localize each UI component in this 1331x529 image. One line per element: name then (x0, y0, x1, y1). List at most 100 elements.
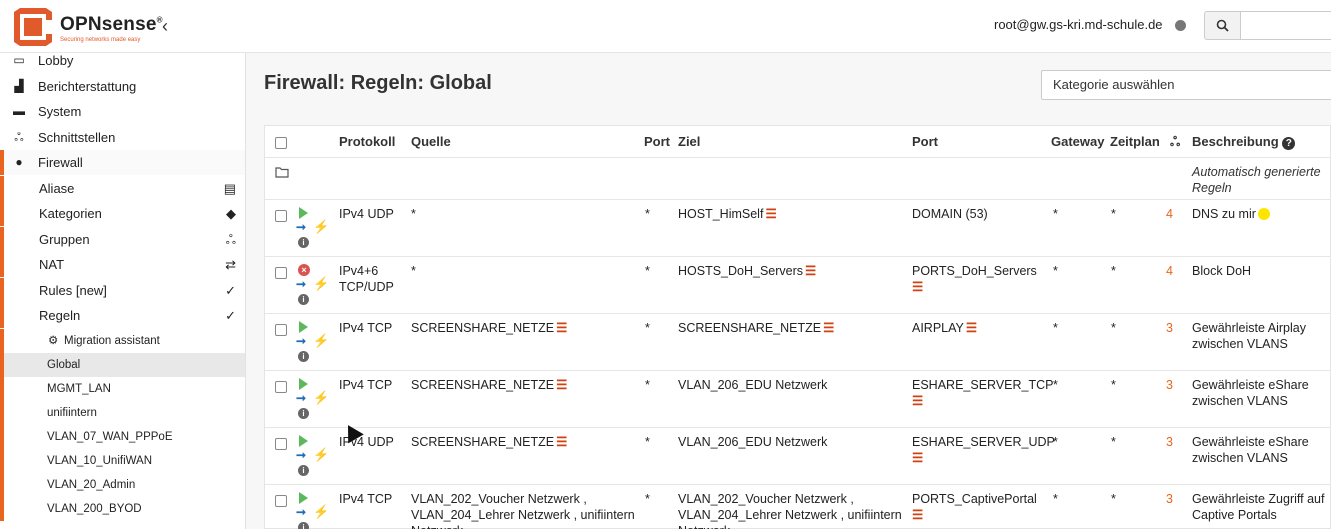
sidebar-item-migration-assistant[interactable]: ⚙ Migration assistant (0, 329, 245, 353)
network-icon: ஃ (14, 130, 24, 144)
check-icon: ✓ (225, 308, 236, 323)
info-icon[interactable]: i (298, 237, 309, 248)
rule-count[interactable]: 3 (1166, 491, 1173, 507)
sidebar-item-rules-new[interactable]: Rules [new] ✓ (0, 278, 245, 303)
sidebar-item-lobby[interactable]: ▭ Lobby (0, 53, 245, 73)
play-icon[interactable] (299, 492, 308, 504)
monitor-icon: ▭ (13, 53, 25, 67)
bolt-icon: ⚡ (313, 333, 330, 348)
rule-count[interactable]: 3 (1166, 320, 1173, 336)
list-icon: ▤ (223, 181, 236, 196)
sidebar-item-interfaces[interactable]: ஃ Schnittstellen (0, 125, 245, 150)
col-source-port[interactable]: Port (644, 134, 670, 149)
row-checkbox[interactable] (275, 381, 287, 393)
play-icon[interactable] (299, 207, 308, 219)
alias-list-icon: ☰ (965, 321, 978, 335)
rule-count[interactable]: 4 (1166, 206, 1173, 222)
sidebar-item-unifiintern[interactable]: unifiintern (0, 401, 245, 425)
sidebar-item-vlan-10[interactable]: VLAN_10_UnifiWAN (0, 449, 245, 473)
col-gateway[interactable]: Gateway (1051, 134, 1104, 149)
info-icon[interactable]: i (298, 294, 309, 305)
sidebar-item-vlan-07[interactable]: VLAN_07_WAN_PPPoE (0, 425, 245, 449)
sidebar-item-reporting[interactable]: ▟ Berichterstattung (0, 74, 245, 99)
opnsense-logo[interactable]: OPNsense® Securing networks made easy (12, 6, 163, 48)
cogs-icon: ⚙ (48, 335, 59, 347)
check-icon: ✓ (225, 283, 236, 298)
fire-icon: ● (15, 155, 23, 169)
col-protocol[interactable]: Protokoll (339, 134, 395, 149)
info-icon[interactable]: i (298, 522, 309, 529)
bolt-icon: ⚡ (313, 219, 330, 234)
play-icon[interactable] (299, 435, 308, 447)
alias-list-icon: ☰ (912, 280, 924, 294)
col-destination-port[interactable]: Port (912, 134, 938, 149)
sidebar-item-nat[interactable]: NAT ⇄ (0, 252, 245, 277)
chevron-left-icon[interactable]: ‹ (162, 16, 168, 37)
sitemap-icon: ஃ (225, 232, 236, 247)
server-icon: ▬ (13, 104, 25, 118)
sidebar-item-global[interactable]: Global (0, 353, 245, 377)
direction-in-icon: ➞ (296, 220, 307, 234)
sidebar-item-mgmt-lan[interactable]: MGMT_LAN (0, 377, 245, 401)
help-icon[interactable]: ? (1282, 137, 1296, 150)
block-icon[interactable]: × (298, 264, 310, 276)
play-icon[interactable] (299, 321, 308, 333)
search-input[interactable] (1240, 11, 1331, 40)
sidebar-item-system[interactable]: ▬ System (0, 99, 245, 124)
play-icon[interactable] (299, 378, 308, 390)
sidebar-item-aliases[interactable]: Aliase ▤ (0, 176, 245, 201)
row-checkbox[interactable] (275, 438, 287, 450)
alias-list-icon: ☰ (912, 451, 924, 465)
yellow-dot-icon (1257, 208, 1270, 220)
bolt-icon: ⚡ (313, 276, 330, 291)
sidebar-item-rules[interactable]: Regeln ✓ (0, 303, 245, 328)
exchange-icon: ⇄ (225, 257, 236, 272)
alias-list-icon: ☰ (805, 264, 817, 278)
sidebar-item-vlan-20[interactable]: VLAN_20_Admin (0, 473, 245, 497)
user-account[interactable]: root@gw.gs-kri.md-schule.de (994, 17, 1163, 32)
sidebar-item-groups[interactable]: Gruppen ஃ (0, 227, 245, 252)
bolt-icon: ⚡ (313, 447, 330, 462)
direction-in-icon: ➞ (296, 277, 307, 291)
rule-count[interactable]: 3 (1166, 434, 1173, 450)
row-checkbox[interactable] (275, 495, 287, 507)
alias-list-icon: ☰ (912, 394, 924, 408)
info-icon[interactable]: i (298, 351, 309, 362)
rules-table: Protokoll Quelle Port Ziel Port Gateway … (264, 125, 1331, 529)
alias-list-icon: ☰ (912, 508, 924, 522)
direction-in-icon: ➞ (296, 448, 307, 462)
sidebar-item-firewall[interactable]: ● Firewall (0, 150, 245, 175)
alias-list-icon: ☰ (823, 321, 835, 335)
brand-tagline: Securing networks made easy (60, 37, 141, 43)
col-schedule[interactable]: Zeitplan (1110, 134, 1160, 149)
alias-list-icon: ☰ (556, 435, 568, 449)
category-select[interactable]: Kategorie auswählen (1041, 70, 1331, 100)
info-icon[interactable]: i (298, 465, 309, 476)
col-description[interactable]: Beschreibung ? (1192, 134, 1296, 150)
direction-in-icon: ➞ (296, 505, 307, 519)
info-icon[interactable]: i (298, 408, 309, 419)
rule-count[interactable]: 3 (1166, 377, 1173, 393)
alias-list-icon: ☰ (556, 321, 568, 335)
sidebar-item-vlan-200[interactable]: VLAN_200_BYOD (0, 497, 245, 521)
select-all-checkbox[interactable] (275, 137, 287, 149)
page-title: Firewall: Regeln: Global (264, 72, 492, 94)
auto-rules-label: Automatisch generierte Regeln (1192, 165, 1321, 195)
row-checkbox[interactable] (275, 267, 287, 279)
col-source[interactable]: Quelle (411, 134, 451, 149)
bolt-icon: ⚡ (313, 504, 330, 519)
chart-icon: ▟ (14, 79, 24, 93)
status-indicator[interactable] (1175, 20, 1186, 31)
tags-icon: ◆ (226, 206, 236, 221)
main-content: Firewall: Regeln: Global Kategorie auswä… (247, 53, 1331, 529)
row-checkbox[interactable] (275, 324, 287, 336)
row-checkbox[interactable] (275, 210, 287, 222)
top-header: OPNsense® Securing networks made easy ‹ … (0, 0, 1331, 53)
folder-icon[interactable] (275, 166, 289, 178)
sidebar-item-categories[interactable]: Kategorien ◆ (0, 201, 245, 226)
rule-count[interactable]: 4 (1166, 263, 1173, 279)
search-icon (1216, 19, 1229, 32)
sitemap-icon: ஃ (1170, 134, 1181, 149)
col-destination[interactable]: Ziel (678, 134, 700, 149)
search-button[interactable] (1204, 11, 1241, 40)
